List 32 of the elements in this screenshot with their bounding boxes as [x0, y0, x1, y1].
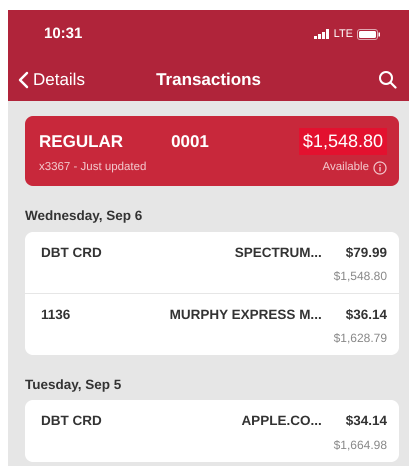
- date-heading: Wednesday, Sep 6: [25, 207, 144, 226]
- date-heading: Tuesday, Sep 5: [25, 376, 122, 394]
- network-label: LTE: [334, 26, 353, 42]
- account-number: 0001: [171, 130, 209, 153]
- account-card[interactable]: REGULAR 0001 $1,548.80 x3367 - Just updated Available: [25, 116, 399, 186]
- transaction-amount: $36.14: [346, 306, 387, 324]
- transaction-type: 1136: [41, 306, 70, 324]
- transaction-row[interactable]: 1136 MURPHY EXPRESS M... $36.14 $1,628.79: [25, 292, 399, 355]
- status-time: 10:31: [44, 24, 82, 44]
- signal-icon: [314, 29, 330, 39]
- chevron-left-icon: [18, 70, 29, 88]
- balance-label: Available: [322, 160, 369, 175]
- running-balance: $1,548.80: [334, 268, 387, 285]
- transaction-row[interactable]: DBT CRD APPLE.CO... $34.14 $1,664.98: [25, 400, 399, 462]
- running-balance: $1,664.98: [334, 436, 387, 454]
- battery-icon: [357, 28, 381, 40]
- merchant-name: APPLE.CO...: [241, 412, 322, 430]
- transaction-amount: $79.99: [346, 244, 387, 262]
- account-balance: $1,548.80: [298, 128, 387, 155]
- merchant-name: MURPHY EXPRESS M...: [170, 306, 322, 324]
- transaction-type: DBT CRD: [41, 412, 102, 430]
- account-name: REGULAR: [39, 130, 124, 153]
- account-status: x3367 - Just updated: [39, 160, 146, 175]
- merchant-name: SPECTRUM...: [234, 244, 322, 262]
- transaction-type: DBT CRD: [41, 244, 102, 262]
- transaction-amount: $34.14: [346, 412, 387, 430]
- running-balance: $1,628.79: [334, 330, 387, 347]
- search-icon: [378, 70, 397, 89]
- back-button[interactable]: Details: [18, 66, 85, 92]
- info-icon[interactable]: [373, 160, 387, 175]
- screen-title: Transactions: [156, 70, 261, 89]
- transaction-row[interactable]: DBT CRD SPECTRUM... $79.99 $1,548.80: [25, 232, 399, 293]
